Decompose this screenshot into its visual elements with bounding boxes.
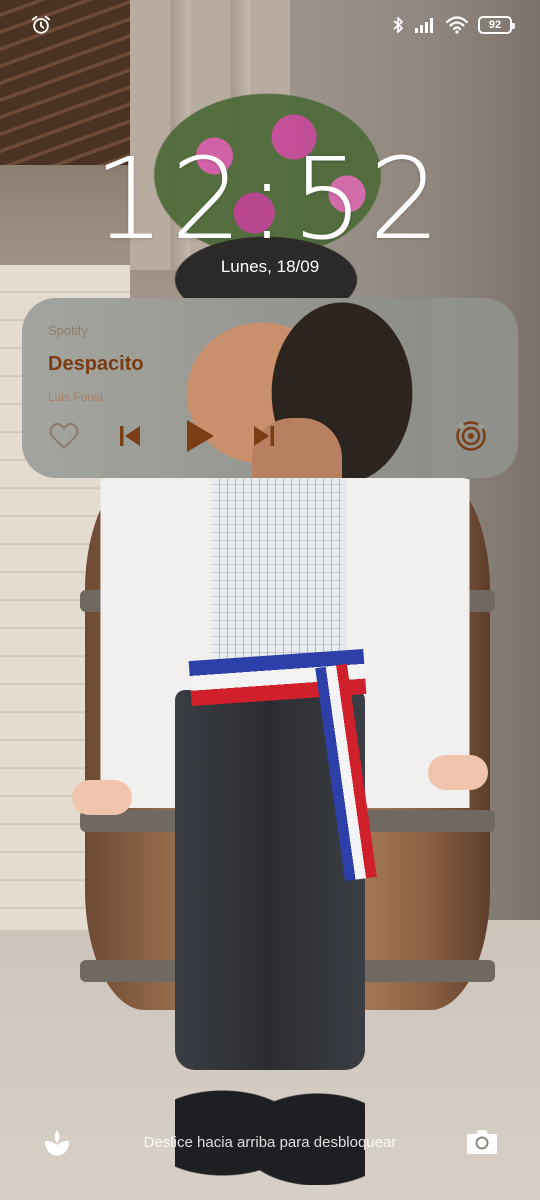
play-icon <box>187 420 214 452</box>
wallpaper-shoes <box>175 1055 365 1185</box>
lock-date: Lunes, 18/09 <box>220 257 320 276</box>
like-button[interactable] <box>46 418 82 454</box>
media-app-name: Spotify <box>48 323 88 338</box>
next-button[interactable] <box>248 418 280 454</box>
heart-icon <box>49 422 79 450</box>
signal-icon <box>415 18 433 33</box>
media-notification-card[interactable]: Spotify Despacito Luis Fonsi <box>22 298 518 478</box>
status-icons: 92 <box>392 14 515 36</box>
wifi-icon <box>446 16 468 34</box>
track-title: Despacito <box>48 353 144 375</box>
play-button[interactable] <box>180 416 220 456</box>
battery-level: 92 <box>488 19 502 31</box>
previous-icon <box>120 426 140 446</box>
battery-icon: 92 <box>478 16 515 34</box>
wallpaper-shirt <box>212 478 342 668</box>
wallpaper-hand <box>428 755 488 790</box>
wallpaper-hand <box>72 780 132 815</box>
cast-icon <box>456 421 486 451</box>
status-bar: 92 <box>0 0 540 52</box>
lock-clock: 12:52 <box>93 135 447 265</box>
unlock-hint: Deslice hacia arriba para desbloquear <box>143 1134 397 1151</box>
track-artist: Luis Fonsi <box>48 390 103 404</box>
camera-shortcut-button[interactable] <box>466 1127 498 1157</box>
camera-icon <box>467 1130 497 1154</box>
next-icon <box>254 426 274 446</box>
cast-button[interactable] <box>452 417 490 455</box>
bluetooth-icon <box>393 17 403 33</box>
alarm-icon <box>31 15 51 34</box>
previous-button[interactable] <box>114 418 146 454</box>
